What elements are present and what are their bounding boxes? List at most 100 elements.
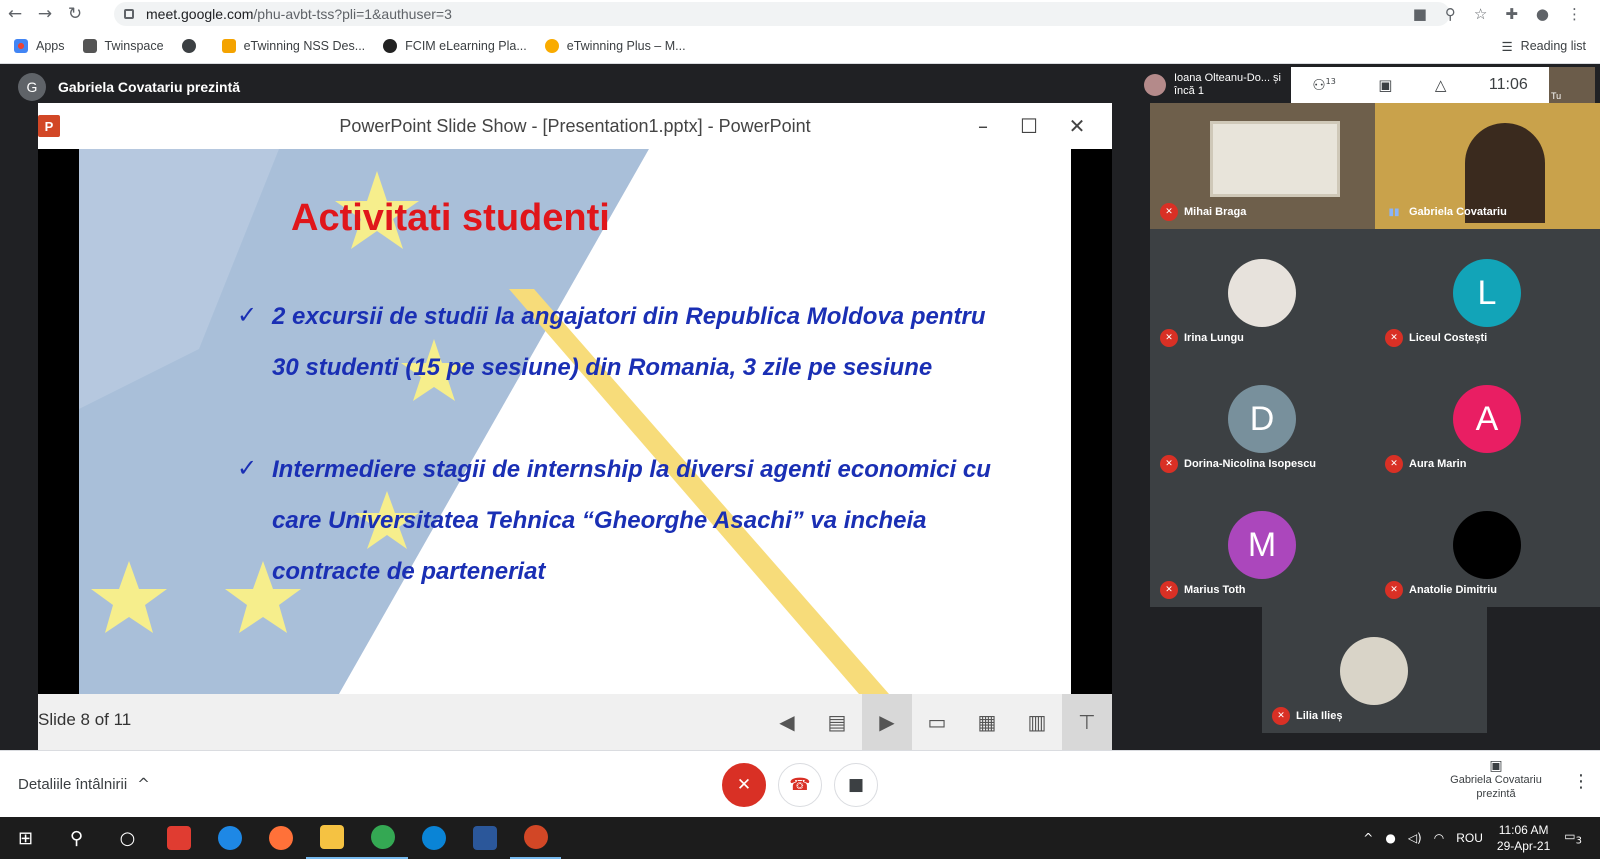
extensions-icon[interactable]: ✚ (1505, 5, 1518, 23)
bookmark-fcim[interactable]: FCIM eLearning Pla... (383, 38, 527, 53)
bullet-2-line-1: Intermediere stagii de internship la div… (272, 456, 991, 483)
star-icon[interactable]: ☆ (1474, 5, 1487, 23)
chat-icon[interactable]: ▣ (1378, 76, 1392, 94)
address-bar[interactable]: meet.google.com/phu-avbt-tss?pli=1&authu… (114, 2, 1450, 26)
leave-call-button[interactable]: ☎ (778, 763, 822, 807)
chrome-icon[interactable] (357, 817, 408, 859)
browser-actions: ■ ⚲ ☆ ✚ ● ⋮ (1413, 0, 1582, 28)
meeting-details-button[interactable]: Detaliile întâlnirii ^ (18, 775, 150, 793)
participant-name: Anatolie Dimitriu (1409, 584, 1498, 596)
avatar (1144, 74, 1166, 96)
word-icon[interactable] (459, 817, 510, 859)
participant-tile[interactable]: ✕ Irina Lungu (1150, 229, 1375, 355)
bookmark-globe[interactable] (181, 38, 204, 53)
participant-tile[interactable]: L ✕ Liceul Costești (1375, 229, 1600, 355)
check-icon: ✓ (237, 454, 258, 482)
participant-tile[interactable]: D ✕ Dorina-Nicolina Isopescu (1150, 355, 1375, 481)
previous-slide-icon[interactable]: ◀ (762, 694, 812, 750)
people-icon[interactable]: ⚇13 (1312, 76, 1336, 94)
forward-icon[interactable]: → (30, 0, 60, 28)
clock[interactable]: 11:06 AM 29-Apr-21 (1497, 822, 1550, 854)
participant-tile[interactable]: ✕ Lilia Ilieș (1262, 607, 1487, 733)
minimize-icon[interactable]: – (960, 103, 1006, 149)
mic-off-icon: ✕ (1160, 581, 1178, 599)
more-options-icon[interactable]: ⋮ (1572, 771, 1590, 792)
volume-icon[interactable]: ◁) (1408, 831, 1422, 845)
pinned-name: Ioana Olteanu-Do... și încă 1 (1174, 72, 1282, 97)
system-tray: ^ ● ◁) ◠ ROU 11:06 AM 29-Apr-21 ▭3 (1363, 817, 1600, 859)
microphone-icon[interactable]: ● (1385, 831, 1395, 845)
participant-tile[interactable]: ✕ Anatolie Dimitriu (1375, 481, 1600, 607)
presenter-bar: G Gabriela Covatariu prezintă (18, 73, 240, 101)
presenting-indicator[interactable]: ▣ Gabriela Covatariu prezintă (1444, 759, 1548, 801)
task-view-icon[interactable]: ○ (102, 817, 153, 859)
present-screen-icon: ▣ (1489, 758, 1503, 774)
acrobat-icon[interactable] (153, 817, 204, 859)
reading-list-icon: ☰ (1501, 38, 1513, 54)
bookmark-etwinning-nss[interactable]: eTwinning NSS Des... (221, 38, 365, 53)
slideshow-tools: ◀ ▤ ▶ ▭ ▦ ▥ ⊤ (762, 694, 1112, 750)
self-view[interactable]: Tu (1549, 67, 1595, 103)
profile-icon[interactable]: ● (1536, 5, 1549, 23)
bullet-1-line-1: 2 excursii de studii la angajatori din R… (272, 303, 986, 330)
reading-view-icon[interactable]: ▥ (1012, 694, 1062, 750)
notes-icon[interactable]: ▤ (812, 694, 862, 750)
participant-tile[interactable]: A ✕ Aura Marin (1375, 355, 1600, 481)
wifi-icon[interactable]: ◠ (1434, 831, 1444, 845)
maximize-icon[interactable]: ☐ (1006, 103, 1052, 149)
etwinning-icon (221, 38, 236, 53)
edge-icon[interactable] (408, 817, 459, 859)
close-icon[interactable]: ✕ (1054, 103, 1100, 149)
avatar (1340, 637, 1408, 705)
reload-icon[interactable]: ↻ (60, 0, 90, 28)
etwinning-plus-icon (544, 38, 559, 53)
slide-sorter-icon[interactable]: ▦ (962, 694, 1012, 750)
participant-name: Gabriela Covatariu (1409, 206, 1507, 218)
participant-tile[interactable]: ✕ Mihai Braga (1150, 103, 1375, 229)
normal-view-icon[interactable]: ▭ (912, 694, 962, 750)
windows-start-icon[interactable]: ⊞ (0, 817, 51, 859)
lock-icon (124, 9, 134, 19)
avatar (1453, 511, 1521, 579)
participant-tile[interactable]: ▮▮ Gabriela Covatariu (1375, 103, 1600, 229)
chevron-up-icon[interactable]: ^ (1363, 831, 1373, 845)
reading-list[interactable]: ☰ Reading list (1501, 28, 1586, 64)
activities-icon[interactable]: △ (1435, 76, 1447, 94)
menu-icon[interactable]: ⋮ (1567, 5, 1582, 23)
bookmarks-bar: Apps Twinspace eTwinning NSS Des... FCIM… (0, 28, 1600, 64)
notification-icon[interactable]: ▭3 (1564, 829, 1582, 846)
next-slide-icon[interactable]: ▶ (862, 694, 912, 750)
slide-title: Activitati studenti (291, 197, 610, 239)
powerpoint-window: P PowerPoint Slide Show - [Presentation1… (38, 103, 1112, 750)
file-explorer-icon[interactable] (306, 817, 357, 859)
presenter-label: Gabriela Covatariu prezintă (58, 79, 241, 95)
zoom-icon[interactable]: ⚲ (1445, 5, 1456, 23)
language-indicator[interactable]: ROU (1456, 831, 1483, 845)
participant-grid: ✕ Mihai Braga ▮▮ Gabriela Covatariu ✕ Irina… (1150, 103, 1600, 750)
window-title: PowerPoint Slide Show - [Presentation1.p… (339, 115, 811, 136)
url-host: meet.google.com (146, 6, 254, 22)
powerpoint-icon[interactable] (510, 817, 561, 859)
speaking-icon: ▮▮ (1388, 206, 1400, 218)
slide-canvas: Activitati studenti ✓ 2 excursii de stud… (79, 149, 1071, 694)
bookmark-etwinning-plus[interactable]: eTwinning Plus – M... (544, 38, 686, 53)
avatar: A (1453, 385, 1521, 453)
bookmark-apps[interactable]: Apps (14, 38, 65, 53)
camera-icon[interactable]: ■ (1413, 5, 1427, 23)
participant-name: Irina Lungu (1184, 332, 1244, 344)
camera-toggle-button[interactable]: ■ (834, 763, 878, 807)
pinned-participant[interactable]: Ioana Olteanu-Do... și încă 1 (1136, 67, 1291, 103)
avatar: L (1453, 259, 1521, 327)
internet-explorer-icon[interactable] (204, 817, 255, 859)
mic-toggle-button[interactable]: ✕ (722, 763, 766, 807)
mic-off-icon: ✕ (1385, 455, 1403, 473)
bookmark-twinspace[interactable]: Twinspace (82, 38, 164, 53)
slideshow-icon[interactable]: ⊤ (1062, 694, 1112, 750)
mic-off-icon: ✕ (1160, 329, 1178, 347)
back-icon[interactable]: ← (0, 0, 30, 28)
phone-hangup-icon: ☎ (789, 775, 811, 795)
firefox-icon[interactable] (255, 817, 306, 859)
participant-tile[interactable]: M ✕ Marius Toth (1150, 481, 1375, 607)
search-icon[interactable]: ⚲ (51, 817, 102, 859)
tray-time: 11:06 AM (1498, 823, 1549, 837)
